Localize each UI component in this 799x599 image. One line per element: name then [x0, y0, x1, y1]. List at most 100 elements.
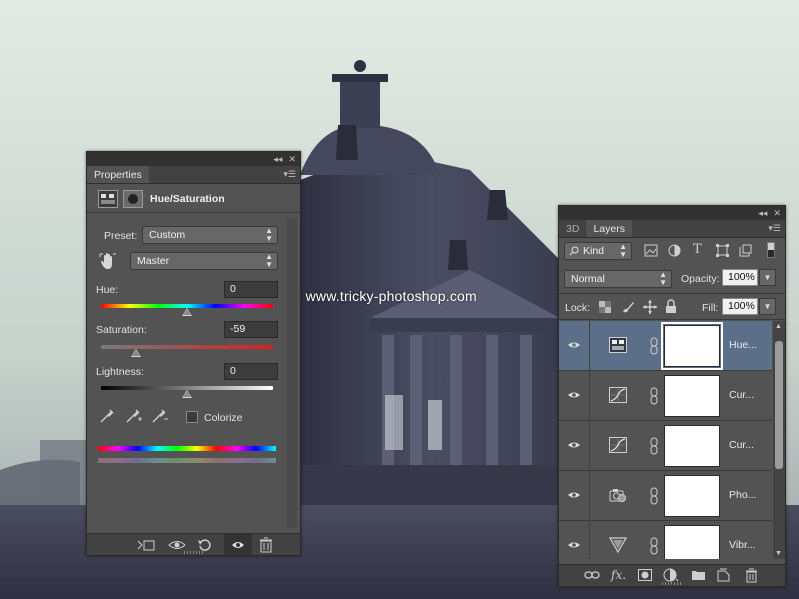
layer-mask-thumbnail[interactable]: [664, 475, 720, 517]
lightness-slider-thumb[interactable]: [182, 390, 192, 398]
layer-row[interactable]: Vibr...: [559, 521, 772, 559]
eye-icon[interactable]: [567, 488, 581, 502]
hue-slider-thumb[interactable]: [182, 308, 192, 316]
eye-icon[interactable]: [567, 538, 581, 552]
filter-pixel-icon[interactable]: [644, 244, 658, 257]
layer-mask-thumbnail[interactable]: [664, 425, 720, 467]
new-layer-icon[interactable]: [717, 568, 730, 582]
scroll-down-arrow[interactable]: ▼: [775, 550, 782, 557]
lock-image-icon[interactable]: [621, 300, 635, 314]
fx-icon[interactable]: fx.: [611, 568, 626, 582]
opacity-label: Opacity:: [681, 273, 720, 285]
tab-properties[interactable]: Properties: [87, 166, 149, 183]
filter-kind-dropdown[interactable]: Kind ▲ ▼: [564, 242, 632, 260]
saturation-slider-track[interactable]: [101, 345, 273, 349]
hue-saturation-icon[interactable]: [98, 190, 118, 208]
hue-input[interactable]: 0: [224, 281, 278, 298]
chain-link-icon[interactable]: [649, 487, 659, 505]
trash-icon[interactable]: [259, 537, 273, 553]
layer-mask-thumbnail[interactable]: [664, 375, 720, 417]
properties-titlebar[interactable]: ◂◂ ✕: [87, 152, 300, 166]
close-icon[interactable]: ✕: [288, 154, 296, 165]
chain-link-icon[interactable]: [649, 437, 659, 455]
eyedropper-subtract-icon[interactable]: [151, 408, 169, 424]
link-icon[interactable]: [584, 570, 600, 580]
layer-name[interactable]: Cur...: [729, 389, 754, 401]
resize-grip[interactable]: [662, 582, 682, 585]
dropdown-arrows-icon: ▲ ▼: [265, 226, 273, 243]
new-adjustment-icon[interactable]: [663, 568, 679, 582]
chain-link-icon[interactable]: [649, 537, 659, 555]
chain-link-icon[interactable]: [649, 337, 659, 355]
new-group-icon[interactable]: [691, 569, 706, 581]
filter-adjustment-icon[interactable]: [668, 244, 681, 257]
hue-label: Hue:: [96, 284, 119, 296]
preset-dropdown[interactable]: Custom ▲ ▼: [142, 226, 278, 244]
channel-dropdown[interactable]: Master ▲ ▼: [130, 252, 278, 270]
opacity-input[interactable]: 100%: [722, 269, 758, 286]
view-previous-icon[interactable]: [167, 538, 187, 552]
collapse-icon[interactable]: ◂◂: [758, 208, 767, 219]
layers-scrollbar[interactable]: ▲ ▼: [773, 321, 785, 559]
fill-label: Fill:: [702, 302, 719, 314]
watermark-text: © www.tricky-photoshop.com: [291, 288, 477, 304]
channel-value: Master: [137, 255, 170, 267]
eyedropper-icon[interactable]: [99, 408, 115, 424]
scroll-up-arrow[interactable]: ▲: [775, 323, 782, 330]
eye-icon[interactable]: [567, 338, 581, 352]
layer-row[interactable]: Pho...: [559, 471, 772, 521]
lock-all-icon[interactable]: [665, 299, 677, 314]
layer-name[interactable]: Vibr...: [729, 539, 756, 551]
blend-mode-dropdown[interactable]: Normal ▲ ▼: [564, 270, 672, 288]
filter-shape-icon[interactable]: [716, 244, 729, 257]
collapse-icon[interactable]: ◂◂: [273, 154, 282, 165]
lock-position-icon[interactable]: [643, 300, 657, 314]
lightness-input[interactable]: 0: [224, 363, 278, 380]
scroll-thumb[interactable]: [775, 341, 783, 469]
curves-icon: [609, 437, 627, 453]
tab-layers[interactable]: Layers: [586, 220, 632, 237]
layers-titlebar[interactable]: ◂◂ ✕: [559, 206, 785, 220]
lock-transparent-icon[interactable]: [599, 301, 611, 313]
targeted-adjustment-hand-icon[interactable]: [98, 252, 118, 272]
layer-row[interactable]: Hue...: [559, 321, 772, 371]
eyedropper-add-icon[interactable]: [125, 408, 143, 424]
trash-icon[interactable]: [745, 568, 758, 583]
layer-name[interactable]: Pho...: [729, 489, 756, 501]
filter-smart-object-icon[interactable]: [739, 244, 752, 257]
layer-mask-icon[interactable]: [123, 190, 143, 208]
chain-link-icon[interactable]: [649, 387, 659, 405]
layers-footer: fx.: [559, 564, 785, 586]
layer-mask-thumbnail[interactable]: [664, 525, 720, 559]
panel-menu-icon[interactable]: ▾☰: [283, 169, 296, 180]
eye-icon[interactable]: [567, 438, 581, 452]
colorize-checkbox[interactable]: [186, 411, 198, 423]
layer-mask-thumbnail[interactable]: [661, 322, 723, 370]
filter-type-icon[interactable]: T: [693, 242, 702, 257]
panel-menu-icon[interactable]: ▾☰: [768, 223, 781, 234]
tab-3d[interactable]: 3D: [559, 220, 586, 237]
lock-row: Lock: Fill: 100% ▼: [559, 293, 785, 320]
properties-scrollbar[interactable]: [287, 218, 297, 528]
resize-grip[interactable]: [183, 551, 204, 554]
layer-list: Hue... Cur... Cur... Pho... Vibr...: [559, 321, 772, 559]
add-mask-icon[interactable]: [638, 569, 652, 581]
fill-input[interactable]: 100%: [722, 298, 758, 315]
layer-name[interactable]: Hue...: [729, 339, 757, 351]
eye-icon[interactable]: [567, 388, 581, 402]
layer-name[interactable]: Cur...: [729, 439, 754, 451]
filter-toggle-switch[interactable]: [767, 242, 775, 258]
layer-row[interactable]: Cur...: [559, 421, 772, 471]
clip-to-layer-icon[interactable]: [137, 538, 155, 552]
close-icon[interactable]: ✕: [773, 208, 781, 219]
vibrance-icon: [609, 537, 627, 553]
dropdown-arrows-icon: ▲ ▼: [659, 270, 667, 287]
saturation-slider-thumb[interactable]: [131, 349, 142, 357]
blend-mode-value: Normal: [571, 273, 605, 285]
opacity-slider-button[interactable]: ▼: [759, 269, 776, 286]
fill-slider-button[interactable]: ▼: [759, 298, 776, 315]
layer-row[interactable]: Cur...: [559, 371, 772, 421]
fill-value: 100%: [728, 300, 755, 312]
saturation-input[interactable]: -59: [224, 321, 278, 338]
visibility-toggle[interactable]: [224, 534, 252, 555]
